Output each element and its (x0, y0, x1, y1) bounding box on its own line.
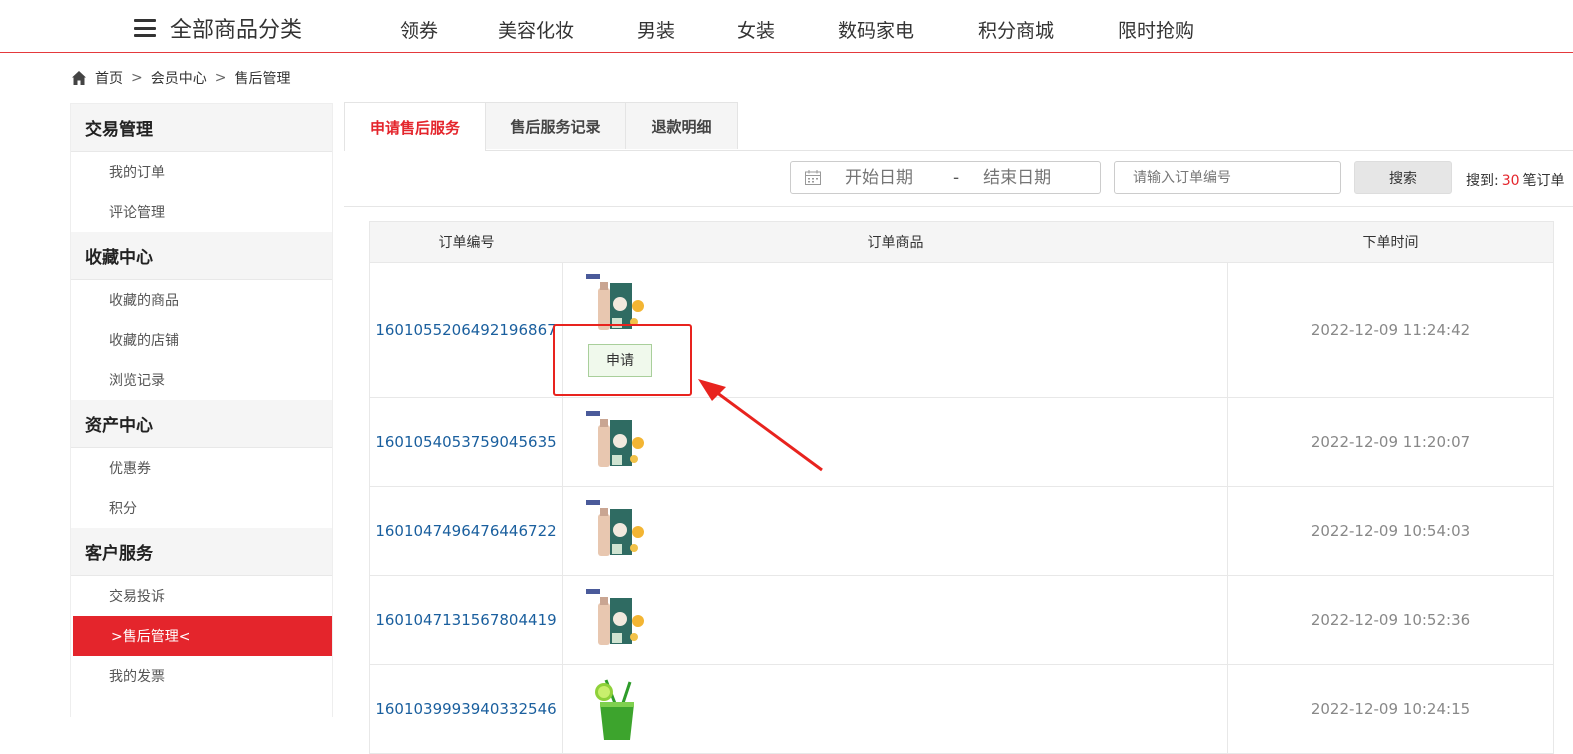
sidebar-item-history[interactable]: 浏览记录 (71, 360, 332, 400)
sidebar-item-fav-products[interactable]: 收藏的商品 (71, 280, 332, 320)
table-row: 1601055206492196867 申请 2022-12-09 11:24:… (370, 263, 1553, 398)
sidebar-item-invoices[interactable]: 我的发票 (71, 656, 332, 696)
product-cosmetic-thumbnail[interactable] (586, 589, 648, 651)
order-time: 2022-12-09 11:20:07 (1310, 433, 1471, 451)
header-order-products: 订单商品 (867, 235, 924, 251)
tab-bar: 申请售后服务 售后服务记录 退款明细 (344, 102, 1573, 151)
order-time: 2022-12-09 10:54:03 (1310, 522, 1471, 540)
date-range-picker: - (790, 161, 1101, 194)
table-row: 1601047496476446722 2022-12-09 10:54:03 (370, 487, 1553, 576)
nav-link-womenswear[interactable]: 女装 (706, 16, 806, 43)
tab-apply-after-sales[interactable]: 申请售后服务 (344, 102, 486, 151)
sidebar-item-after-sales[interactable]: >售后管理< (73, 616, 332, 656)
result-suffix: 笔订单 (1522, 173, 1565, 189)
tab-after-sales-records[interactable]: 售后服务记录 (485, 102, 626, 149)
calendar-icon (805, 170, 821, 185)
apply-after-sales-button[interactable]: 申请 (588, 343, 652, 377)
sidebar-item-coupons[interactable]: 优惠券 (71, 448, 332, 488)
sidebar-item-complaints[interactable]: 交易投诉 (71, 576, 332, 616)
divider (344, 206, 1573, 207)
table-row: 1601054053759045635 2022-12-09 11:20:07 (370, 398, 1553, 487)
start-date-input[interactable] (843, 166, 939, 189)
nav-link-menswear[interactable]: 男装 (606, 16, 706, 43)
product-drink-thumbnail[interactable] (586, 678, 648, 740)
order-time: 2022-12-09 10:52:36 (1310, 611, 1471, 629)
top-navigation: 全部商品分类 领券 美容化妆 男装 女装 数码家电 积分商城 限时抢购 (0, 0, 1573, 53)
order-time: 2022-12-09 10:24:15 (1310, 700, 1471, 718)
all-categories-menu[interactable]: 全部商品分类 (134, 14, 303, 43)
order-number-link[interactable]: 1601055206492196867 (370, 263, 563, 397)
search-button[interactable]: 搜索 (1354, 161, 1452, 194)
result-summary: 搜到: 30 笔订单 (1466, 170, 1565, 190)
annotation-arrow-icon (698, 379, 823, 472)
sidebar-group-service: 客户服务 (71, 528, 332, 576)
sidebar-item-points[interactable]: 积分 (71, 488, 332, 528)
sidebar: 交易管理 我的订单 评论管理 收藏中心 收藏的商品 收藏的店铺 浏览记录 资产中… (70, 103, 333, 717)
all-categories-label: 全部商品分类 (170, 18, 303, 43)
product-cosmetic-thumbnail[interactable] (586, 500, 648, 562)
nav-link-flash-sale[interactable]: 限时抢购 (1086, 16, 1226, 43)
product-cosmetic-thumbnail[interactable] (586, 273, 648, 336)
header-order-time: 下单时间 (1362, 235, 1419, 251)
breadcrumb-after-sales: 售后管理 (234, 71, 291, 87)
order-number-link[interactable]: 1601054053759045635 (370, 398, 563, 486)
nav-link-digital[interactable]: 数码家电 (806, 16, 946, 43)
table-header: 订单编号 订单商品 下单时间 (370, 222, 1553, 263)
product-cosmetic-thumbnail[interactable] (586, 411, 648, 473)
order-number-link[interactable]: 1601039993940332546 (370, 665, 563, 753)
sidebar-item-fav-shops[interactable]: 收藏的店铺 (71, 320, 332, 360)
sidebar-group-assets: 资产中心 (71, 400, 332, 448)
category-links: 领券 美容化妆 男装 女装 数码家电 积分商城 限时抢购 (372, 16, 1226, 43)
breadcrumb: 首页 > 会员中心 > 售后管理 (71, 68, 290, 88)
order-number-input[interactable] (1114, 161, 1341, 194)
sidebar-group-favorites: 收藏中心 (71, 232, 332, 280)
sidebar-group-trade: 交易管理 (71, 104, 332, 152)
date-separator: - (953, 167, 960, 188)
result-prefix: 搜到: (1466, 173, 1499, 189)
nav-link-beauty[interactable]: 美容化妆 (466, 16, 606, 43)
tab-refund-details[interactable]: 退款明细 (625, 102, 738, 149)
order-time: 2022-12-09 11:24:42 (1310, 321, 1471, 339)
header-order-number: 订单编号 (438, 235, 495, 251)
sidebar-item-my-orders[interactable]: 我的订单 (71, 152, 332, 192)
table-row: 1601039993940332546 2022-12-09 10:24:15 (370, 665, 1553, 754)
orders-table: 订单编号 订单商品 下单时间 1601055206492196867 申请 20… (369, 221, 1554, 754)
end-date-input[interactable] (981, 166, 1078, 189)
nav-link-coupons[interactable]: 领券 (372, 16, 466, 43)
nav-link-points-mall[interactable]: 积分商城 (946, 16, 1086, 43)
sidebar-item-reviews[interactable]: 评论管理 (71, 192, 332, 232)
home-icon (72, 71, 86, 85)
order-number-link[interactable]: 1601047496476446722 (370, 487, 563, 575)
order-number-link[interactable]: 1601047131567804419 (370, 576, 563, 664)
table-row: 1601047131567804419 2022-12-09 10:52:36 (370, 576, 1553, 665)
breadcrumb-member-center[interactable]: 会员中心 (151, 68, 207, 88)
breadcrumb-home[interactable]: 首页 (95, 68, 123, 88)
result-count: 30 (1501, 173, 1520, 189)
menu-icon (134, 19, 156, 37)
